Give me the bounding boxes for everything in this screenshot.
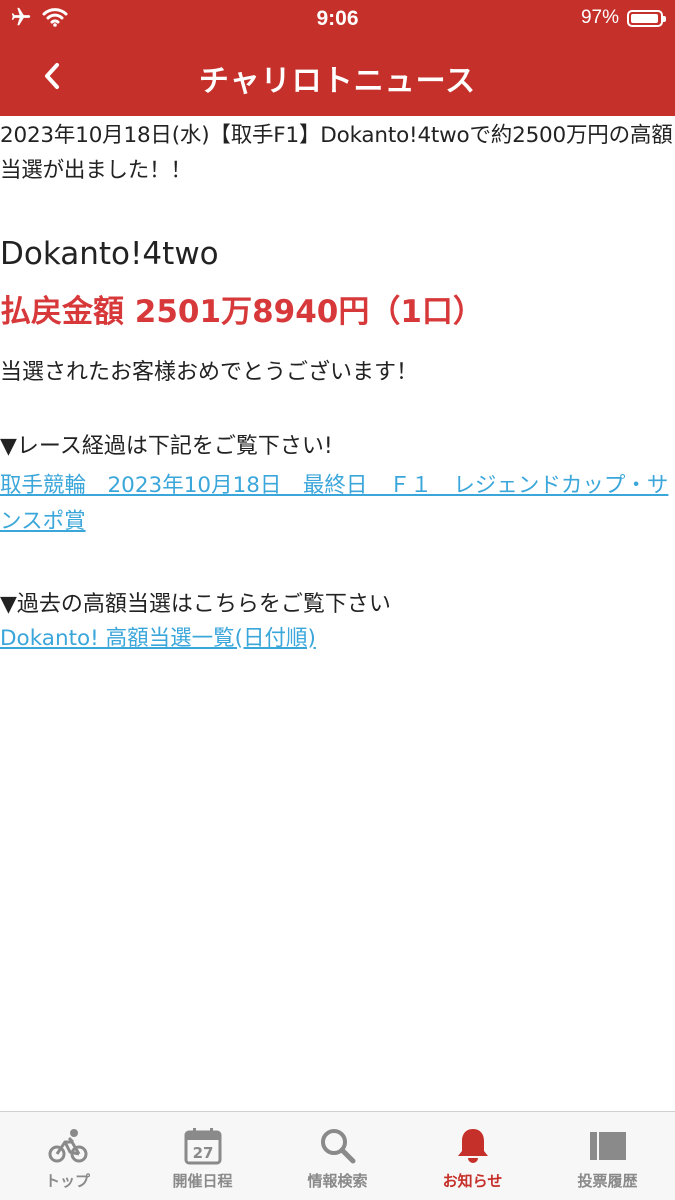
battery-fill bbox=[631, 13, 659, 23]
race-result-link[interactable]: 取手競輪 2023年10月18日 最終日 Ｆ１ レジェンドカップ・サンスポ賞 bbox=[0, 468, 672, 540]
search-icon bbox=[319, 1124, 357, 1168]
tab-label: 開催日程 bbox=[172, 1172, 233, 1190]
past-wins-link[interactable]: Dokanto! 高額当選一覧(日付順) bbox=[0, 622, 316, 656]
game-name: Dokanto!4two bbox=[0, 236, 219, 272]
battery-percent: 97% bbox=[580, 7, 619, 28]
status-bar: 9:06 97% bbox=[0, 0, 675, 38]
tab-label: お知らせ bbox=[442, 1172, 503, 1190]
tab-schedule[interactable]: 27 開催日程 bbox=[135, 1112, 270, 1200]
tab-search[interactable]: 情報検索 bbox=[270, 1112, 405, 1200]
bell-icon bbox=[455, 1124, 491, 1168]
payout-amount: 払戻金額 2501万8940円（1口） bbox=[0, 294, 484, 330]
battery-icon bbox=[627, 9, 666, 27]
tab-label: 投票履歴 bbox=[577, 1172, 638, 1190]
article-title: 2023年10月18日(水)【取手F1】Dokanto!4twoで約2500万円… bbox=[0, 123, 673, 183]
history-icon bbox=[589, 1124, 627, 1168]
tab-label: トップ bbox=[44, 1172, 90, 1190]
tab-history[interactable]: 投票履歴 bbox=[540, 1112, 675, 1200]
past-wins-heading: ▼過去の高額当選はこちらをご覧下さい bbox=[0, 592, 391, 617]
calendar-icon: 27 bbox=[184, 1124, 222, 1168]
status-right: 97% bbox=[580, 7, 666, 29]
app-header: 9:06 97% チャリロトニュース bbox=[0, 0, 675, 116]
tab-top[interactable]: トップ bbox=[0, 1112, 135, 1200]
bicycle-icon bbox=[48, 1124, 88, 1168]
page-title: チャリロトニュース bbox=[198, 64, 477, 99]
race-heading: ▼レース経過は下記をご覧下さい! bbox=[0, 434, 333, 459]
article-content: 2023年10月18日(水)【取手F1】Dokanto!4twoで約2500万円… bbox=[0, 116, 675, 651]
congrats-message: 当選されたお客様おめでとうございます！ bbox=[0, 360, 419, 385]
tab-label: 情報検索 bbox=[307, 1172, 368, 1190]
tab-bar: トップ 27 開催日程 情報検索 お知らせ 投票履歴 bbox=[0, 1111, 675, 1200]
status-time: 9:06 bbox=[316, 7, 359, 30]
tab-news[interactable]: お知らせ bbox=[405, 1112, 540, 1200]
calendar-day: 27 bbox=[192, 1144, 213, 1162]
